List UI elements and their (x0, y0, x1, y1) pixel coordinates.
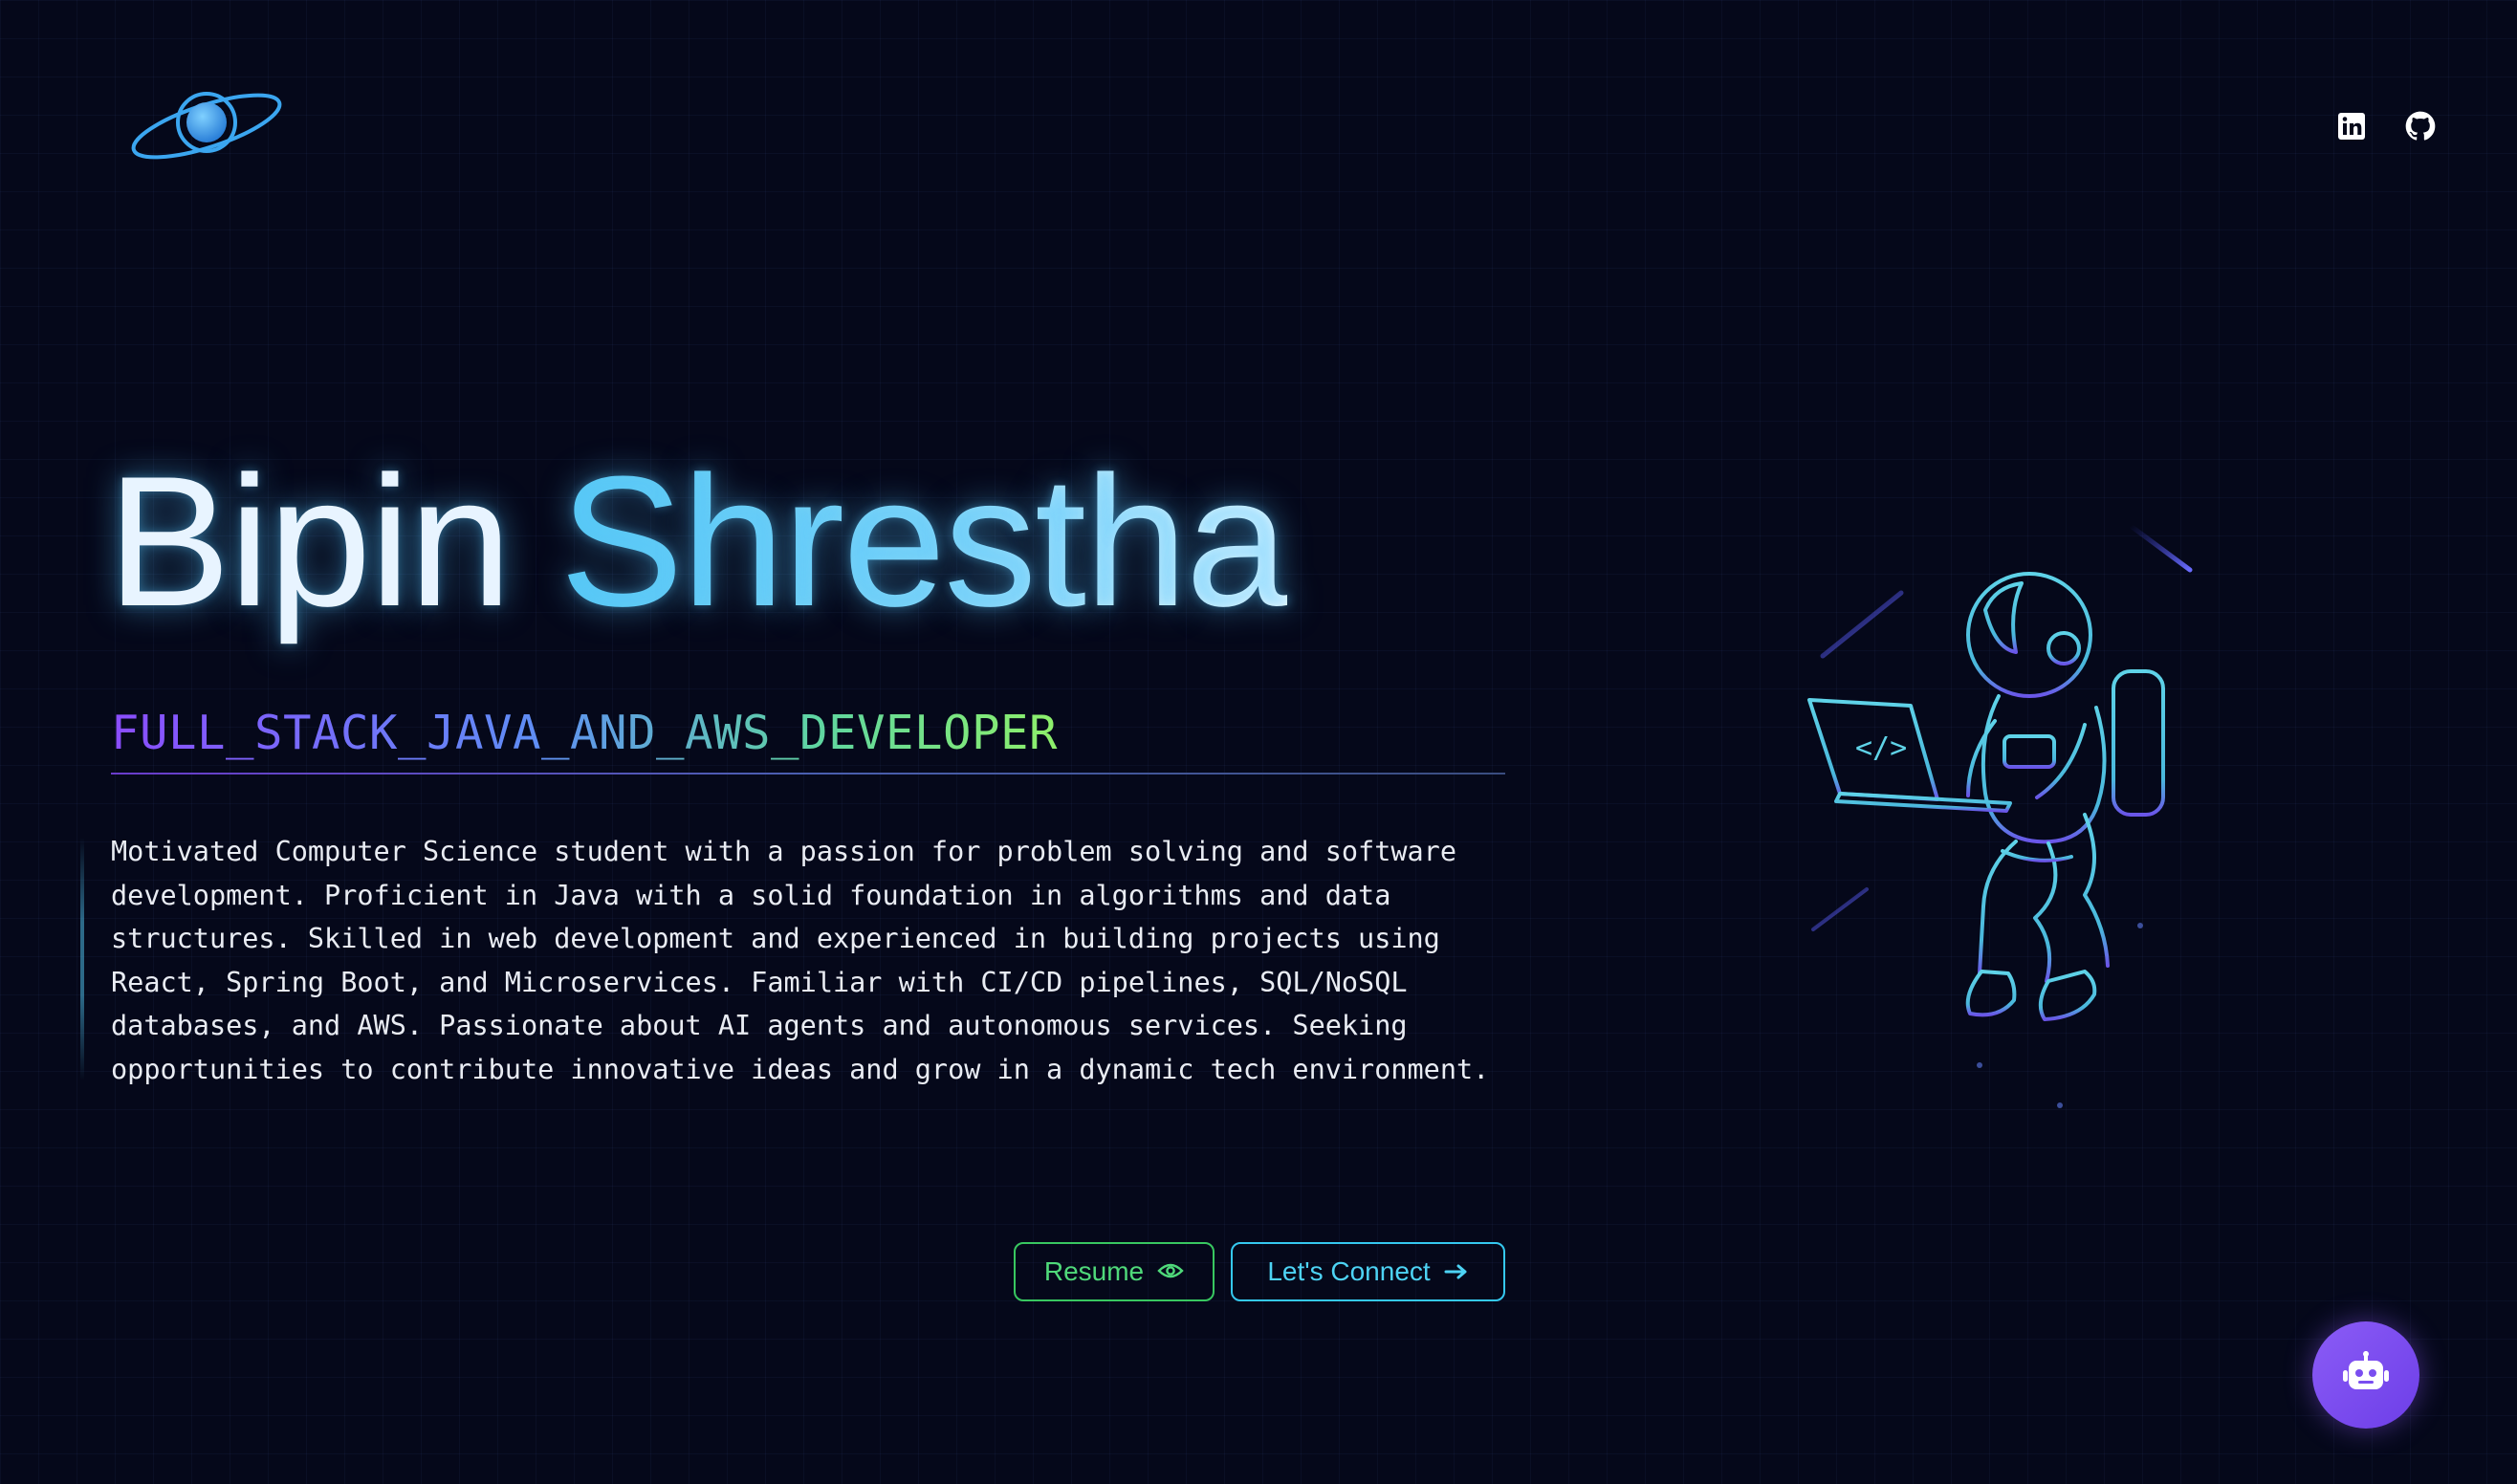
robot-icon (2341, 1350, 2391, 1400)
chatbot-button[interactable] (2312, 1321, 2419, 1429)
lets-connect-button[interactable]: Let's Connect (1231, 1242, 1505, 1301)
resume-button[interactable]: Resume (1014, 1242, 1215, 1301)
arrow-right-icon (1444, 1256, 1469, 1287)
eye-icon (1157, 1256, 1184, 1287)
resume-button-label: Resume (1043, 1256, 1145, 1286)
hero-description: Motivated Computer Science student with … (111, 836, 1490, 1085)
planet-logo-icon[interactable] (126, 76, 287, 172)
last-name: Shrestha (559, 438, 1288, 645)
role-title: FULL_STACK_JAVA_AND_AWS_DEVELOPER (111, 706, 1059, 760)
astronaut-with-laptop-illustration: </> (1798, 516, 2219, 1128)
first-name: Bipin (107, 438, 512, 645)
divider (111, 773, 1505, 775)
svg-text:</>: </> (1855, 731, 1907, 765)
linkedin-icon[interactable] (2334, 109, 2369, 143)
github-icon[interactable] (2403, 109, 2438, 143)
hero-name: Bipin Shrestha (107, 449, 1289, 635)
description-accent-bar (80, 838, 84, 1080)
lets-connect-button-label: Let's Connect (1267, 1256, 1431, 1286)
